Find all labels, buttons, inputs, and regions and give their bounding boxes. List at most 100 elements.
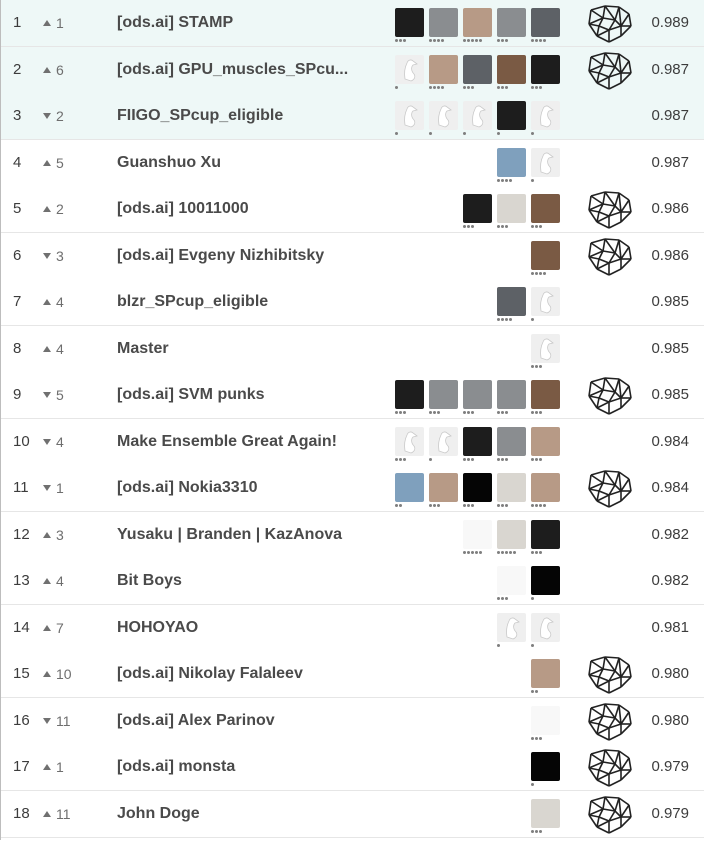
member-avatar[interactable]: [497, 473, 526, 502]
member-avatar[interactable]: [463, 520, 492, 549]
rank-change-value: 7: [56, 620, 64, 636]
default-avatar-icon[interactable]: [531, 613, 560, 642]
leaderboard-row[interactable]: 1 1 [ods.ai] STAMP 0.989: [1, 0, 704, 47]
default-avatar-icon[interactable]: [395, 55, 424, 84]
default-avatar-icon[interactable]: [531, 148, 560, 177]
member-avatar[interactable]: [531, 55, 560, 84]
member-avatar[interactable]: [531, 194, 560, 223]
member-avatar[interactable]: [429, 8, 458, 37]
member-avatar[interactable]: [429, 55, 458, 84]
team-name-link[interactable]: Make Ensemble Great Again!: [117, 419, 387, 465]
member-avatar[interactable]: [497, 55, 526, 84]
member-avatar[interactable]: [531, 473, 560, 502]
tier-dots-icon: [463, 39, 483, 42]
team-name-link[interactable]: [ods.ai] monsta: [117, 744, 387, 790]
member-avatar[interactable]: [463, 427, 492, 456]
leaderboard-row[interactable]: 3 2 FIIGO_SPcup_eligible 0.987: [1, 93, 704, 140]
team-name-link[interactable]: HOHOYAO: [117, 605, 387, 651]
leaderboard-row[interactable]: 4 5 Guanshuo Xu 0.987: [1, 140, 704, 187]
member-avatar[interactable]: [395, 380, 424, 409]
member-avatar[interactable]: [395, 8, 424, 37]
team-name-link[interactable]: [ods.ai] 10011000: [117, 186, 387, 232]
team-name-link[interactable]: [ods.ai] STAMP: [117, 0, 387, 46]
arrow-up-icon: [43, 532, 51, 539]
arrow-down-icon: [43, 485, 51, 492]
team-name-link[interactable]: [ods.ai] Alex Parinov: [117, 698, 387, 744]
team-name-link[interactable]: [ods.ai] GPU_muscles_SPcu...: [117, 47, 387, 93]
team-name-link[interactable]: FIIGO_SPcup_eligible: [117, 93, 387, 139]
leaderboard-row[interactable]: 6 3 [ods.ai] Evgeny Nizhibitsky 0.986: [1, 233, 704, 280]
team-name-link[interactable]: [ods.ai] SVM punks: [117, 372, 387, 418]
member-avatar[interactable]: [531, 427, 560, 456]
team-name-link[interactable]: [ods.ai] Nokia3310: [117, 465, 387, 511]
member-avatar[interactable]: [531, 659, 560, 688]
leaderboard-row[interactable]: 17 1 [ods.ai] monsta 0.979: [1, 744, 704, 791]
leaderboard-row[interactable]: 7 4 blzr_SPcup_eligible 0.985: [1, 279, 704, 326]
default-avatar-icon[interactable]: [531, 101, 560, 130]
default-avatar-icon[interactable]: [429, 427, 458, 456]
score: 0.979: [651, 805, 689, 822]
member-avatar[interactable]: [531, 799, 560, 828]
team-name-link[interactable]: Bit Boys: [117, 558, 387, 604]
leaderboard-row[interactable]: 9 5 [ods.ai] SVM punks 0.985: [1, 372, 704, 419]
tier-dots-icon: [531, 272, 547, 275]
leaderboard-row[interactable]: 18 11 John Doge 0.979: [1, 791, 704, 838]
member-avatar[interactable]: [497, 148, 526, 177]
leaderboard-row[interactable]: 5 2 [ods.ai] 10011000 0.986: [1, 186, 704, 233]
tier-dots-icon: [497, 411, 509, 414]
team-name-link[interactable]: [ods.ai] Nikolay Falaleev: [117, 651, 387, 697]
team-name-link[interactable]: [ods.ai] Evgeny Nizhibitsky: [117, 233, 387, 279]
team-name-link[interactable]: Master: [117, 326, 387, 372]
member-avatar[interactable]: [497, 566, 526, 595]
member-avatar[interactable]: [497, 287, 526, 316]
member-avatar[interactable]: [531, 380, 560, 409]
member-avatar[interactable]: [463, 473, 492, 502]
rank-change-value: 1: [56, 759, 64, 775]
arrow-up-icon: [43, 625, 51, 632]
member-avatar[interactable]: [463, 8, 492, 37]
default-avatar-icon[interactable]: [463, 101, 492, 130]
team-name-link[interactable]: Guanshuo Xu: [117, 140, 387, 186]
leaderboard-row[interactable]: 8 4 Master 0.985: [1, 326, 704, 373]
default-avatar-icon[interactable]: [531, 334, 560, 363]
member-avatar[interactable]: [429, 473, 458, 502]
leaderboard-row[interactable]: 16 11 [ods.ai] Alex Parinov 0.980: [1, 698, 704, 745]
member-avatar[interactable]: [497, 101, 526, 130]
team-name-link[interactable]: John Doge: [117, 791, 387, 837]
default-avatar-icon[interactable]: [395, 101, 424, 130]
leaderboard-row[interactable]: 11 1 [ods.ai] Nokia3310 0.984: [1, 465, 704, 512]
leaderboard-row[interactable]: 15 10 [ods.ai] Nikolay Falaleev 0.980: [1, 651, 704, 698]
member-avatar[interactable]: [497, 520, 526, 549]
team-name-link[interactable]: Yusaku | Branden | KazAnova: [117, 512, 387, 558]
member-avatar[interactable]: [531, 520, 560, 549]
member-avatar[interactable]: [497, 427, 526, 456]
leaderboard-row[interactable]: 12 3 Yusaku | Branden | KazAnova 0.982: [1, 512, 704, 559]
member-avatar[interactable]: [531, 241, 560, 270]
member-avatar[interactable]: [429, 380, 458, 409]
leaderboard-row[interactable]: 13 4 Bit Boys 0.982: [1, 558, 704, 605]
leaderboard-row[interactable]: 10 4 Make Ensemble Great Again! 0.984: [1, 419, 704, 466]
member-avatar[interactable]: [497, 8, 526, 37]
member-avatar[interactable]: [463, 194, 492, 223]
score: 0.985: [651, 386, 689, 403]
default-avatar-icon[interactable]: [531, 287, 560, 316]
leaderboard-row[interactable]: 2 6 [ods.ai] GPU_muscles_SPcu... 0.987: [1, 47, 704, 94]
leaderboard: 1 1 [ods.ai] STAMP 0.989 2 6 [ods.ai] GPU_musc…: [0, 0, 704, 840]
leaderboard-row[interactable]: 14 7 HOHOYAO 0.981: [1, 605, 704, 652]
member-avatar[interactable]: [531, 566, 560, 595]
default-avatar-icon[interactable]: [429, 101, 458, 130]
default-avatar-icon[interactable]: [497, 613, 526, 642]
tier-dots-icon: [463, 551, 483, 554]
member-avatar[interactable]: [497, 380, 526, 409]
member-avatar[interactable]: [497, 194, 526, 223]
member-avatar[interactable]: [531, 8, 560, 37]
default-avatar-icon[interactable]: [395, 427, 424, 456]
member-avatar[interactable]: [463, 380, 492, 409]
team-members: [395, 380, 565, 414]
member-avatar[interactable]: [531, 752, 560, 781]
member-avatar[interactable]: [463, 55, 492, 84]
team-name-link[interactable]: blzr_SPcup_eligible: [117, 279, 387, 325]
tier-dots-icon: [531, 318, 535, 321]
member-avatar[interactable]: [395, 473, 424, 502]
member-avatar[interactable]: [531, 706, 560, 735]
